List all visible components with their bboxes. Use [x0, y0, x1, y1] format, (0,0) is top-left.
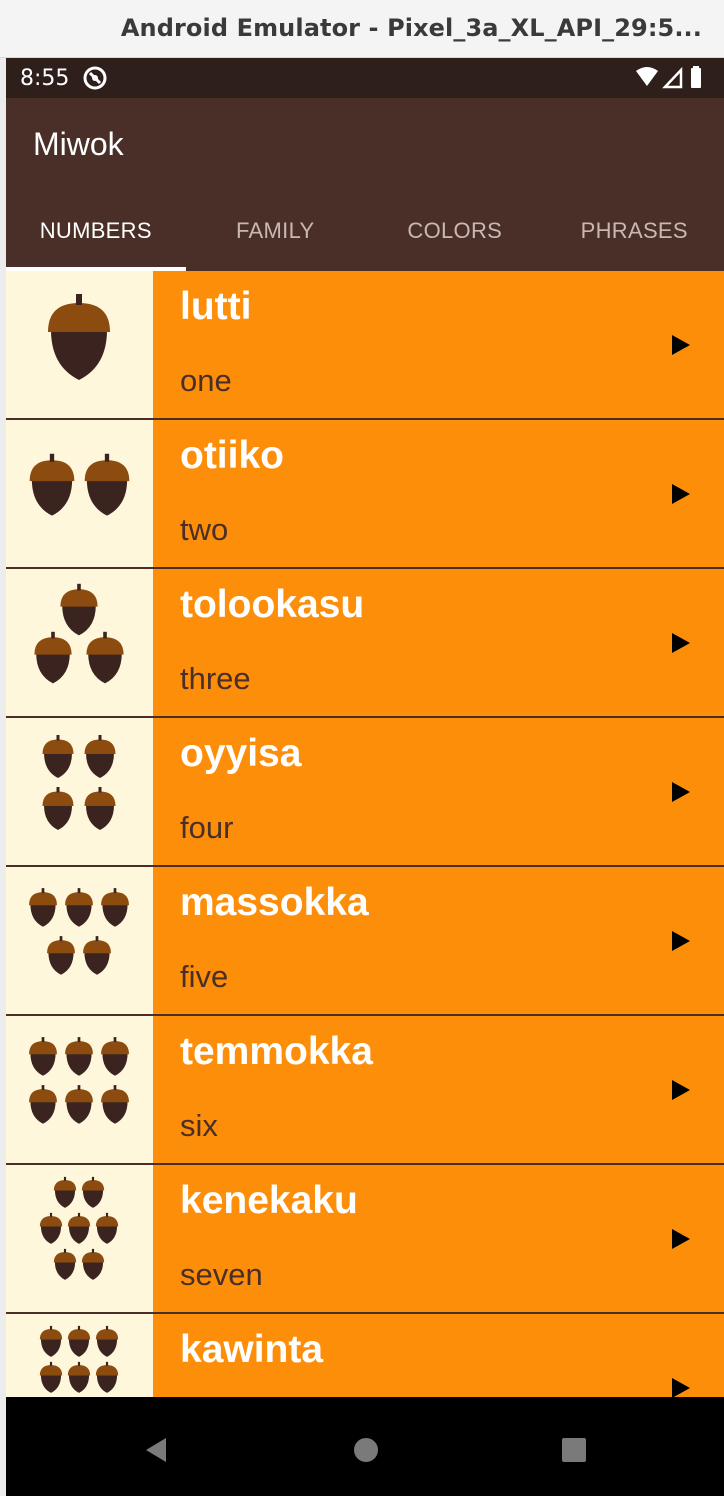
- acorn-image: [6, 1016, 153, 1163]
- acorn-icon: [84, 735, 116, 778]
- status-time: 8:55: [20, 66, 70, 91]
- acorn-icon: [101, 888, 129, 927]
- list-item[interactable]: kenekaku seven: [6, 1165, 724, 1312]
- acorn-image: [6, 569, 153, 716]
- list-item[interactable]: massokka five: [6, 867, 724, 1014]
- status-bar: 8:55: [6, 58, 724, 98]
- acorn-icon: [65, 1037, 93, 1076]
- tab-phrases[interactable]: PHRASES: [545, 190, 724, 271]
- acorn-icon: [95, 1325, 119, 1357]
- acorn-icon: [67, 1212, 91, 1244]
- acorn-icon: [42, 735, 74, 778]
- play-icon[interactable]: [670, 333, 692, 357]
- miwok-word: massokka: [180, 881, 369, 924]
- acorn-icon: [48, 294, 110, 380]
- notification-icon: [83, 66, 107, 90]
- battery-icon: [691, 66, 701, 88]
- play-icon[interactable]: [670, 1227, 692, 1251]
- window-title: Android Emulator - Pixel_3a_XL_API_29:5.…: [120, 14, 702, 42]
- miwok-word: temmokka: [180, 1030, 373, 1073]
- play-icon[interactable]: [670, 482, 692, 506]
- acorn-icon: [84, 787, 116, 830]
- back-icon[interactable]: [142, 1435, 172, 1465]
- acorn-icon: [67, 1361, 91, 1393]
- acorn-icon: [86, 631, 124, 684]
- acorn-icon: [83, 936, 111, 975]
- play-icon[interactable]: [670, 1376, 692, 1397]
- miwok-word: oyyisa: [180, 732, 302, 775]
- recents-icon[interactable]: [559, 1435, 589, 1465]
- acorn-image: [6, 1314, 153, 1397]
- acorn-icon: [81, 1248, 105, 1280]
- acorn-icon: [29, 1037, 57, 1076]
- miwok-word: otiiko: [180, 434, 284, 477]
- acorn-icon: [101, 1037, 129, 1076]
- play-icon[interactable]: [670, 1078, 692, 1102]
- english-translation: one: [180, 363, 232, 398]
- acorn-image: [6, 1165, 153, 1312]
- miwok-word: kenekaku: [180, 1179, 358, 1222]
- acorn-icon: [34, 631, 72, 684]
- acorn-icon: [67, 1325, 91, 1357]
- acorn-icon: [39, 1361, 63, 1393]
- navigation-bar: [6, 1397, 724, 1496]
- acorn-image: [6, 718, 153, 865]
- tab-numbers[interactable]: NUMBERS: [6, 190, 186, 271]
- acorn-icon: [39, 1325, 63, 1357]
- numbers-list[interactable]: lutti one otiiko two tolookasu three oyyisa fou…: [6, 271, 724, 1397]
- acorn-icon: [81, 1176, 105, 1208]
- list-item[interactable]: otiiko two: [6, 420, 724, 567]
- list-item[interactable]: oyyisa four: [6, 718, 724, 865]
- acorn-image: [6, 420, 153, 567]
- acorn-icon: [65, 888, 93, 927]
- tab-bar: NUMBERS FAMILY COLORS PHRASES: [6, 190, 724, 271]
- status-icons: [636, 66, 701, 89]
- acorn-icon: [29, 888, 57, 927]
- acorn-icon: [95, 1212, 119, 1244]
- play-icon[interactable]: [670, 631, 692, 655]
- acorn-icon: [84, 453, 130, 516]
- window-titlebar: Android Emulator - Pixel_3a_XL_API_29:5.…: [0, 0, 724, 58]
- acorn-icon: [47, 936, 75, 975]
- acorn-icon: [60, 583, 98, 636]
- english-translation: four: [180, 810, 234, 845]
- play-icon[interactable]: [670, 929, 692, 953]
- signal-icon: [662, 66, 683, 89]
- wifi-icon: [636, 67, 658, 86]
- phone-screen: 8:55 Miwok NUMBERS FAMILY COLORS PHRASES: [6, 58, 724, 1496]
- list-item[interactable]: kawinta: [6, 1314, 724, 1397]
- english-translation: two: [180, 512, 229, 547]
- tab-colors[interactable]: COLORS: [365, 190, 545, 271]
- miwok-word: lutti: [180, 285, 252, 328]
- english-translation: five: [180, 959, 229, 994]
- acorn-icon: [53, 1248, 77, 1280]
- acorn-icon: [29, 1085, 57, 1124]
- list-item[interactable]: tolookasu three: [6, 569, 724, 716]
- english-translation: three: [180, 661, 251, 696]
- acorn-icon: [29, 453, 75, 516]
- acorn-icon: [53, 1176, 77, 1208]
- miwok-word: kawinta: [180, 1328, 324, 1371]
- acorn-icon: [101, 1085, 129, 1124]
- acorn-image: [6, 867, 153, 1014]
- home-icon[interactable]: [351, 1435, 381, 1465]
- english-translation: seven: [180, 1257, 263, 1292]
- acorn-image: [6, 271, 153, 418]
- tab-family[interactable]: FAMILY: [186, 190, 366, 271]
- app-bar: Miwok NUMBERS FAMILY COLORS PHRASES: [6, 98, 724, 271]
- miwok-word: tolookasu: [180, 583, 365, 626]
- acorn-icon: [39, 1212, 63, 1244]
- play-icon[interactable]: [670, 780, 692, 804]
- list-item[interactable]: lutti one: [6, 271, 724, 418]
- app-title: Miwok: [33, 126, 124, 162]
- acorn-icon: [42, 787, 74, 830]
- list-item[interactable]: temmokka six: [6, 1016, 724, 1163]
- english-translation: six: [180, 1108, 218, 1143]
- acorn-icon: [95, 1361, 119, 1393]
- acorn-icon: [65, 1085, 93, 1124]
